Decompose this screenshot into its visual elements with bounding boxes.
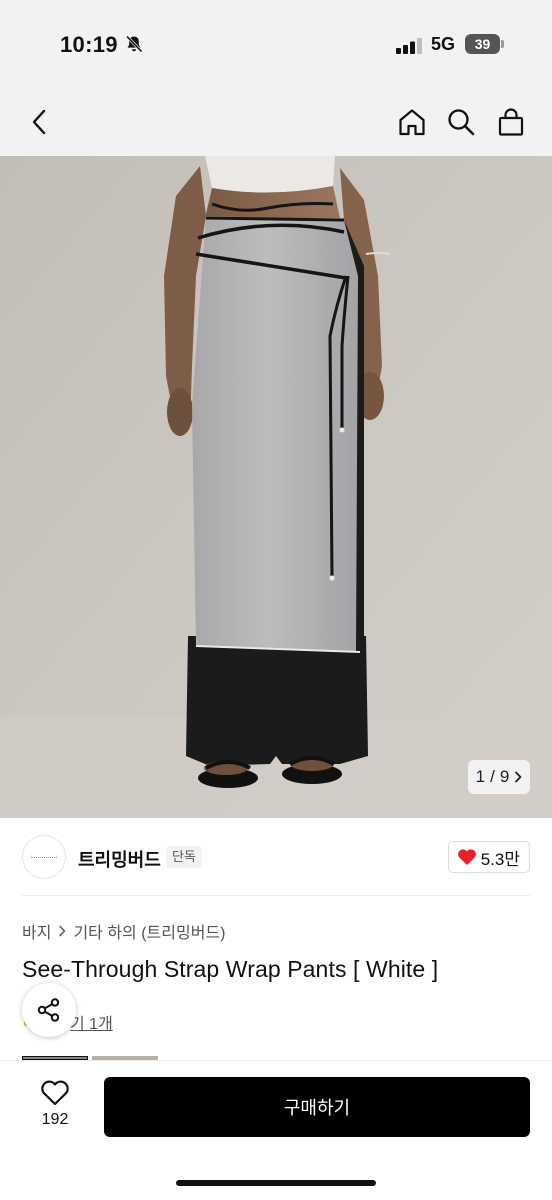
search-icon <box>448 109 475 136</box>
home-icon <box>399 109 425 136</box>
shop-like-button[interactable]: 5.3만 <box>447 841 530 873</box>
breadcrumb-item-subcategory[interactable]: 기타 하의 (트리밍버드) <box>73 919 225 943</box>
breadcrumb-item-category[interactable]: 바지 <box>22 919 51 943</box>
exclusive-badge: 단독 <box>166 846 202 868</box>
chevron-right-icon <box>515 771 522 783</box>
nav-bar <box>0 88 552 156</box>
wishlist-button[interactable]: 192 <box>30 1079 80 1137</box>
shop-name[interactable]: 트리밍버드 <box>78 846 161 872</box>
chevron-right-icon <box>59 925 66 937</box>
home-indicator[interactable] <box>176 1180 376 1186</box>
image-counter[interactable]: 1 / 9 <box>468 760 530 794</box>
image-counter-separator: / <box>490 767 495 786</box>
divider <box>22 895 530 896</box>
battery-indicator: 39 <box>465 34 505 54</box>
shop-logo <box>31 856 57 858</box>
buy-button[interactable]: 구매하기 <box>104 1077 530 1137</box>
home-button[interactable] <box>392 102 432 142</box>
network-label: 5G <box>431 34 456 54</box>
status-time: 10:19 <box>60 32 118 57</box>
bell-muted-icon <box>125 35 143 53</box>
breadcrumb: 바지 기타 하의 (트리밍버드) <box>22 919 225 943</box>
search-button[interactable] <box>441 102 481 142</box>
signal-icon <box>396 38 422 54</box>
review-link[interactable]: 기 1개 <box>70 1010 113 1034</box>
share-button[interactable] <box>22 983 76 1037</box>
shop-avatar[interactable] <box>22 835 66 879</box>
shopping-bag-button[interactable] <box>491 102 531 142</box>
bottom-action-bar: 192 구매하기 <box>0 1060 552 1200</box>
share-icon <box>37 998 60 1022</box>
shopping-bag-icon <box>498 108 524 136</box>
shop-row: 트리밍버드 단독 5.3만 <box>0 818 552 896</box>
heart-filled-icon <box>457 849 476 865</box>
image-counter-total: 9 <box>499 767 510 786</box>
battery-tip <box>501 40 504 48</box>
product-image-gallery[interactable]: 1 / 9 <box>0 156 552 818</box>
heart-outline-icon <box>41 1080 69 1106</box>
chevron-left-icon <box>32 109 46 135</box>
product-photo <box>0 156 552 818</box>
back-button[interactable] <box>20 102 60 142</box>
shop-like-count: 5.3만 <box>480 849 520 869</box>
product-title: See-Through Strap Wrap Pants [ White ] <box>22 956 439 982</box>
battery-level: 39 <box>465 34 500 54</box>
image-counter-current: 1 <box>475 767 486 786</box>
status-bar: 10:19 5G 39 <box>0 0 552 88</box>
wishlist-count: 192 <box>41 1111 69 1128</box>
